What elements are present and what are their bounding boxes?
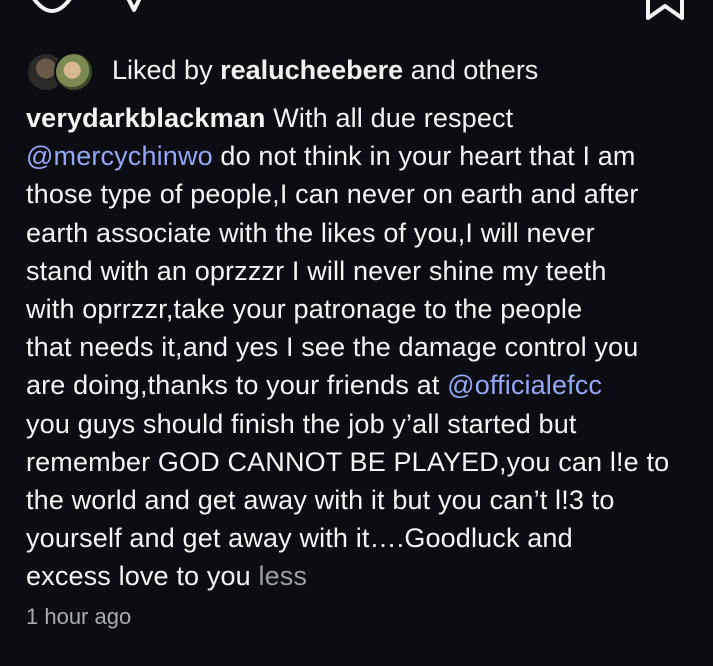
caption-line: @mercychinwo do not think in your heart … xyxy=(26,137,706,175)
caption-line: yourself and get away with it….Goodluck … xyxy=(26,523,573,554)
mention-link[interactable]: @mercychinwo xyxy=(26,141,213,171)
post-caption: verydarkblackman With all due respect @m… xyxy=(26,99,706,596)
bookmark-icon[interactable] xyxy=(646,0,690,24)
caption-line: you guys should finish the job y’all sta… xyxy=(26,408,577,439)
caption-line: those type of people,I can never on eart… xyxy=(26,179,639,210)
caption-line: verydarkblackman With all due respect xyxy=(26,99,706,137)
caption-text: do not think in your heart that I am xyxy=(220,141,636,172)
caption-username[interactable]: verydarkblackman xyxy=(26,103,266,133)
likes-prefix: Liked by xyxy=(112,54,213,85)
caption-line: excess love to you less xyxy=(26,557,706,595)
heart-icon[interactable] xyxy=(22,0,82,18)
caption-text: are doing,thanks to your friends at xyxy=(26,370,440,401)
liker-username[interactable]: realucheebere xyxy=(220,55,403,85)
caption-line: stand with an oprzzzr I will never shine… xyxy=(26,255,607,286)
likes-text: Liked by realucheebere and others xyxy=(112,55,538,86)
caption-line: the world and get away with it but you c… xyxy=(26,485,615,516)
caption-line: remember GOD CANNOT BE PLAYED,you can l!… xyxy=(26,446,670,477)
caption-text: With all due respect xyxy=(273,103,514,133)
share-icon[interactable] xyxy=(118,0,158,22)
liker-avatars xyxy=(26,50,98,92)
caption-line: are doing,thanks to your friends at @off… xyxy=(26,366,706,404)
caption-line: that needs it,and yes I see the damage c… xyxy=(26,332,639,363)
less-button[interactable]: less xyxy=(258,561,307,591)
post-timestamp: 1 hour ago xyxy=(26,604,132,629)
post-action-bar xyxy=(0,0,713,30)
likes-row[interactable]: Liked by realucheebere and others xyxy=(26,48,538,92)
mention-link[interactable]: @officialefcc xyxy=(447,370,602,400)
avatar xyxy=(54,52,94,92)
caption-line: with oprrzzr,take your patronage to the … xyxy=(26,294,583,325)
likes-suffix: and others xyxy=(410,54,539,85)
caption-line: earth associate with the likes of you,I … xyxy=(26,217,595,248)
caption-text: excess love to you xyxy=(26,561,251,592)
